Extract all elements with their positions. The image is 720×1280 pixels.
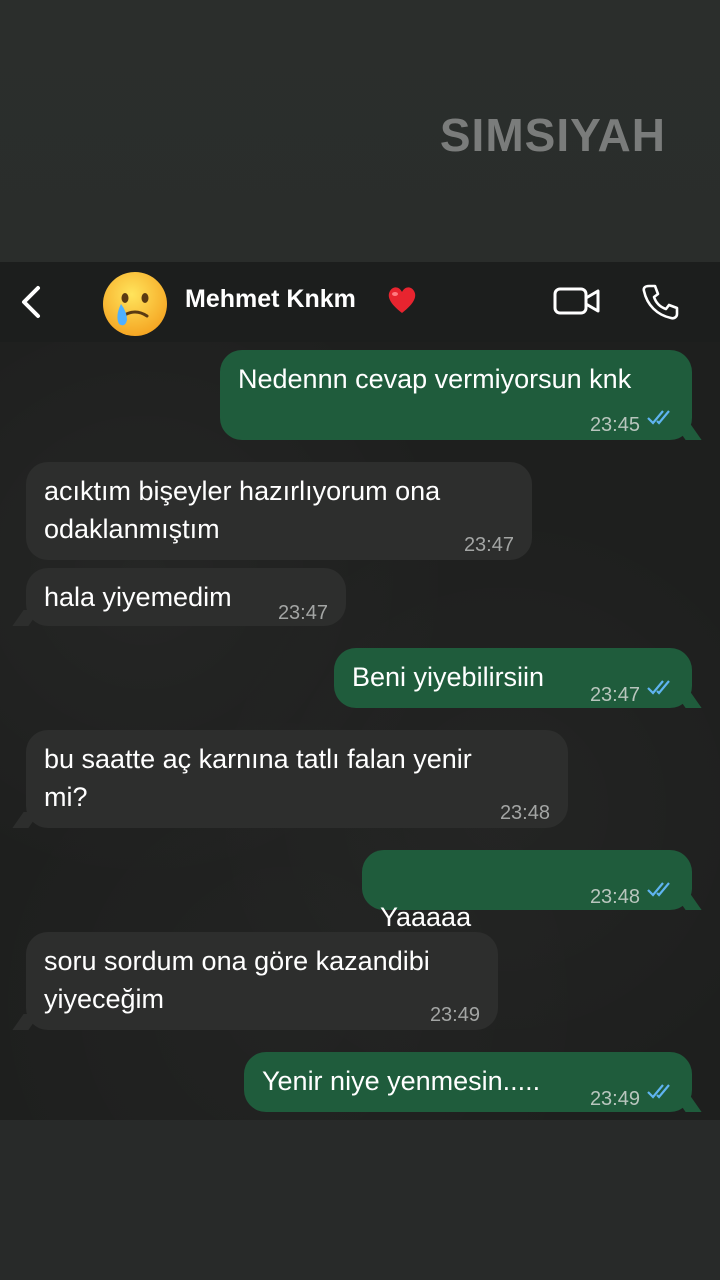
message-bubble-incoming[interactable]: soru sordum ona göre kazandibi yiyeceğim…	[26, 932, 498, 1030]
read-receipt-icon	[647, 410, 670, 425]
message-time: 23:49	[429, 1004, 480, 1026]
message-text: hala yiyemedim	[44, 582, 232, 612]
message-text: bu saatte aç karnına tatlı falan yenir m…	[44, 744, 472, 812]
message-bubble-outgoing[interactable]: Nedennn cevap vermiyorsun knk 23:45	[220, 350, 692, 440]
contact-name[interactable]: Mehmet Knkm	[185, 285, 356, 314]
message-text: Nedennn cevap vermiyorsun knk	[238, 364, 632, 394]
message-time: 23:49	[589, 1088, 640, 1110]
message-bubble-outgoing[interactable]: Yaaaaa 23:48	[362, 850, 692, 1010]
message-text: Yenir niye yenmesin.....	[262, 1066, 541, 1096]
message-text: Beni yiyebilirsiin	[352, 662, 545, 692]
message-time: 23:45	[589, 414, 640, 436]
top-overlay-area: SIMSIYAH	[0, 0, 720, 262]
message-text: acıktım bişeyler hazırlıyorum ona odakla…	[44, 476, 441, 544]
message-time: 23:47	[589, 684, 640, 706]
message-bubble-outgoing[interactable]: Yenir niye yenmesin..... 23:49	[244, 1052, 692, 1112]
watermark-text: SIMSIYAH	[439, 109, 666, 161]
message-time: 23:48	[589, 886, 640, 908]
red-heart-icon	[388, 287, 416, 313]
phone-call-icon[interactable]	[640, 282, 680, 322]
message-time: 23:47	[463, 534, 514, 556]
message-bubble-incoming[interactable]: acıktım bişeyler hazırlıyorum ona odakla…	[26, 462, 532, 560]
read-receipt-icon	[647, 1084, 670, 1099]
video-call-icon[interactable]	[552, 283, 602, 319]
message-bubble-outgoing[interactable]: Beni yiyebilirsiin 23:47	[334, 648, 692, 708]
read-receipt-icon	[647, 882, 670, 897]
message-bubble-incoming[interactable]: bu saatte aç karnına tatlı falan yenir m…	[26, 730, 568, 828]
message-text: soru sordum ona göre kazandibi yiyeceğim	[44, 946, 430, 1014]
read-receipt-icon	[647, 680, 670, 695]
back-chevron-icon[interactable]	[14, 282, 50, 322]
message-bubble-incoming[interactable]: hala yiyemedim 23:47	[26, 568, 346, 626]
message-text: Yaaaaa	[380, 902, 472, 932]
chat-messages-area[interactable]: Nedennn cevap vermiyorsun knk 23:45 acık…	[0, 342, 720, 1120]
message-time: 23:48	[499, 802, 550, 824]
avatar-crying-face-emoji[interactable]	[101, 270, 169, 338]
message-time: 23:47	[277, 602, 328, 624]
bottom-overlay-area	[0, 1120, 720, 1280]
